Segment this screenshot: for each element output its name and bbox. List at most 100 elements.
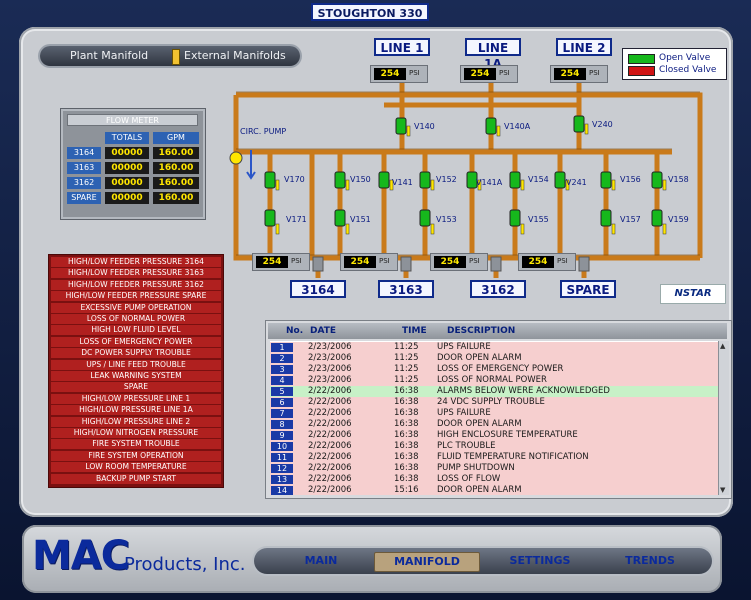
event-log-body: 1 2/23/2006 11:25 UPS FAILURE 2 2/23/2006 11:… bbox=[270, 341, 720, 495]
psi-unit: PSI bbox=[291, 257, 302, 265]
table-row[interactable]: 11 2/22/2006 16:38 FLUID TEMPERATURE NOTIFI… bbox=[270, 452, 720, 463]
flow-meter-row-totals: 00000 bbox=[105, 177, 149, 189]
row-no: 6 bbox=[271, 398, 293, 407]
row-time: 15:16 bbox=[394, 485, 419, 495]
nav-manifold[interactable]: MANIFOLD bbox=[374, 552, 480, 572]
nav-settings[interactable]: SETTINGS bbox=[490, 552, 590, 570]
alarm-item: FIRE SYSTEM TROUBLE bbox=[51, 439, 221, 450]
valve-icon-v240 bbox=[573, 115, 585, 133]
line-2-label: LINE 2 bbox=[556, 38, 612, 56]
row-date: 2/23/2006 bbox=[308, 342, 352, 352]
valve-icon-v150 bbox=[334, 171, 346, 189]
valve-icon-v157 bbox=[600, 209, 612, 227]
table-row[interactable]: 8 2/22/2006 16:38 DOOR OPEN ALARM bbox=[270, 419, 720, 430]
row-desc: PLC TROUBLE bbox=[437, 441, 496, 451]
alarm-item: SPARE bbox=[51, 382, 221, 393]
scroll-up-icon[interactable]: ▲ bbox=[720, 342, 725, 350]
row-date: 2/23/2006 bbox=[308, 375, 352, 385]
table-row[interactable]: 7 2/22/2006 16:38 UPS FAILURE bbox=[270, 408, 720, 419]
table-row[interactable]: 5 2/22/2006 16:38 ALARMS BELOW WERE ACKNOWL… bbox=[270, 386, 720, 397]
line-1a-psi-gauge: 254 PSI bbox=[460, 65, 518, 83]
flow-meter-row-totals: 00000 bbox=[105, 192, 149, 204]
feeder-3162-psi-value: 254 bbox=[434, 256, 466, 268]
row-no: 12 bbox=[271, 464, 293, 473]
row-time: 11:25 bbox=[394, 364, 419, 374]
nstar-logo: NSTAR bbox=[660, 284, 726, 304]
row-time: 16:38 bbox=[394, 452, 419, 462]
alarm-item: LOSS OF NORMAL POWER bbox=[51, 314, 221, 324]
row-date: 2/22/2006 bbox=[308, 485, 352, 495]
row-no: 2 bbox=[271, 354, 293, 363]
nav-trends[interactable]: TRENDS bbox=[600, 552, 700, 570]
feeder-3163-psi-gauge: 254 PSI bbox=[340, 253, 398, 271]
flow-meter-row-gpm: 160.00 bbox=[153, 147, 199, 159]
table-row[interactable]: 12 2/22/2006 16:38 PUMP SHUTDOWN bbox=[270, 463, 720, 474]
valve-icon-v241 bbox=[554, 171, 566, 189]
valve-label-v155: V155 bbox=[528, 215, 549, 224]
table-row[interactable]: 10 2/22/2006 16:38 PLC TROUBLE bbox=[270, 441, 720, 452]
table-row[interactable]: 6 2/22/2006 16:38 24 VDC SUPPLY TROUBLE bbox=[270, 397, 720, 408]
valve-label-v240: V240 bbox=[592, 120, 613, 129]
table-row[interactable]: 9 2/22/2006 16:38 HIGH ENCLOSURE TEMPERATUR… bbox=[270, 430, 720, 441]
feeder-3162-label: 3162 bbox=[470, 280, 526, 298]
feeder-3164-psi-value: 254 bbox=[256, 256, 288, 268]
table-row[interactable]: 4 2/23/2006 11:25 LOSS OF NORMAL POWER bbox=[270, 375, 720, 386]
flow-meter-row-id: 3163 bbox=[67, 162, 101, 174]
valve-icons bbox=[264, 115, 663, 227]
valve-label-v154: V154 bbox=[528, 175, 549, 184]
event-log-scrollbar[interactable]: ▲ ▼ bbox=[718, 341, 729, 495]
line-1-psi-value: 254 bbox=[374, 68, 406, 80]
row-no: 7 bbox=[271, 409, 293, 418]
psi-unit: PSI bbox=[409, 69, 420, 77]
row-date: 2/22/2006 bbox=[308, 397, 352, 407]
line-2-psi-value: 254 bbox=[554, 68, 586, 80]
psi-unit: PSI bbox=[557, 257, 568, 265]
valve-label-v153: V153 bbox=[436, 215, 457, 224]
scroll-down-icon[interactable]: ▼ bbox=[720, 486, 725, 494]
alarm-item: DC POWER SUPPLY TROUBLE bbox=[51, 348, 221, 359]
alarm-item: HIGH/LOW NITROGEN PRESSURE bbox=[51, 428, 221, 438]
valve-icon-v153 bbox=[419, 209, 431, 227]
row-time: 16:38 bbox=[394, 408, 419, 418]
line-1a-psi-value: 254 bbox=[464, 68, 496, 80]
alarm-item: UPS / LINE FEED TROUBLE bbox=[51, 359, 221, 370]
valve-label-v141: V141 bbox=[392, 178, 413, 187]
table-row[interactable]: 14 2/22/2006 15:16 DOOR OPEN ALARM bbox=[270, 485, 720, 495]
row-date: 2/23/2006 bbox=[308, 353, 352, 363]
nav-main[interactable]: MAIN bbox=[276, 552, 366, 570]
flow-meter-gpm-header: GPM bbox=[153, 132, 199, 144]
table-row[interactable]: 1 2/23/2006 11:25 UPS FAILURE bbox=[270, 342, 720, 353]
row-date: 2/22/2006 bbox=[308, 452, 352, 462]
company-name: Products, Inc. bbox=[124, 554, 246, 575]
row-no: 8 bbox=[271, 420, 293, 429]
valve-icon-v159 bbox=[651, 209, 663, 227]
row-date: 2/22/2006 bbox=[308, 430, 352, 440]
valve-label-v159: V159 bbox=[668, 215, 689, 224]
alarm-status-list: HIGH/LOW FEEDER PRESSURE 3164 HIGH/LOW F… bbox=[48, 254, 224, 488]
valve-label-v158: V158 bbox=[668, 175, 689, 184]
row-time: 16:38 bbox=[394, 430, 419, 440]
alarm-item: FIRE SYSTEM OPERATION bbox=[51, 450, 221, 461]
row-date: 2/22/2006 bbox=[308, 386, 352, 396]
table-row[interactable]: 2 2/23/2006 11:25 DOOR OPEN ALARM bbox=[270, 353, 720, 364]
row-time: 16:38 bbox=[394, 419, 419, 429]
mac-logo: MAC bbox=[32, 533, 130, 579]
table-row[interactable]: 3 2/23/2006 11:25 LOSS OF EMERGENCY POWER bbox=[270, 364, 720, 375]
main-navigation: MAIN MANIFOLD SETTINGS TRENDS bbox=[254, 548, 712, 574]
alarm-item: LOW ROOM TEMPERATURE bbox=[51, 462, 221, 473]
flow-meter-row-totals: 00000 bbox=[105, 162, 149, 174]
row-no: 14 bbox=[271, 486, 293, 495]
flow-meter-row-gpm: 160.00 bbox=[153, 177, 199, 189]
table-row[interactable]: 13 2/22/2006 16:38 LOSS OF FLOW bbox=[270, 474, 720, 485]
alarm-item: HIGH/LOW PRESSURE LINE 1 bbox=[51, 393, 221, 404]
row-desc: DOOR OPEN ALARM bbox=[437, 419, 522, 429]
valve-icon-v141 bbox=[378, 171, 390, 189]
valve-label-v152: V152 bbox=[436, 175, 457, 184]
line-2-psi-gauge: 254 PSI bbox=[550, 65, 608, 83]
valve-icon-v152 bbox=[419, 171, 431, 189]
valve-icon-v158 bbox=[651, 171, 663, 189]
circ-pump-label: CIRC. PUMP bbox=[240, 127, 286, 136]
flow-meter-title: FLOW METER bbox=[67, 114, 198, 126]
valve-label-v150: V150 bbox=[350, 175, 371, 184]
feeder-3163-psi-value: 254 bbox=[344, 256, 376, 268]
